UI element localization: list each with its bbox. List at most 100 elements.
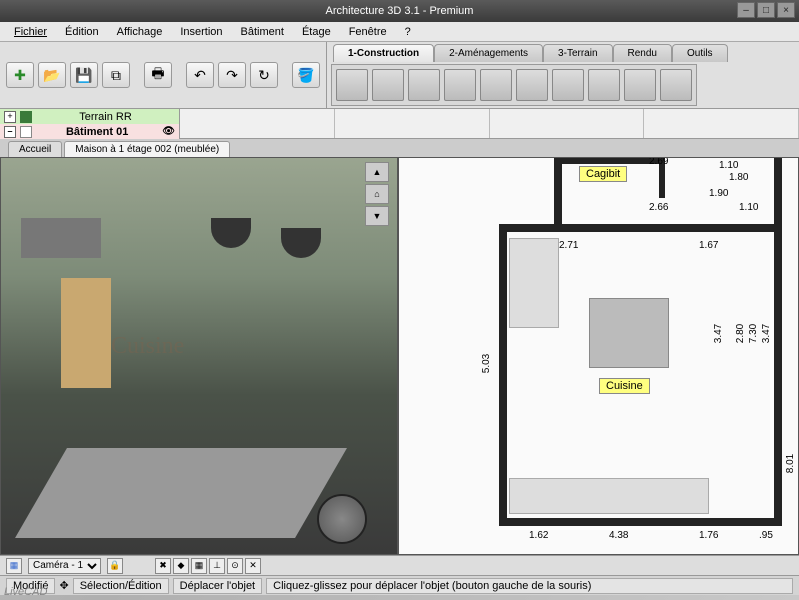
- palette-balcony[interactable]: [444, 69, 476, 101]
- nav-up[interactable]: ▲: [365, 162, 389, 182]
- minimize-button[interactable]: –: [737, 2, 755, 18]
- save-button[interactable]: 💾: [70, 62, 98, 88]
- lamp-shape-1: [211, 218, 251, 248]
- camera-select[interactable]: Caméra - 1: [28, 558, 101, 574]
- island-shape: [589, 298, 669, 368]
- print-button[interactable]: 🖶: [144, 62, 172, 88]
- tree-cell-4[interactable]: [644, 109, 799, 138]
- grid-icon[interactable]: ▦: [6, 558, 22, 574]
- copy-button[interactable]: ⧉: [102, 62, 130, 88]
- redo-button[interactable]: ↷: [218, 62, 246, 88]
- terrain-icon: [20, 111, 32, 123]
- window-controls: – □ ×: [737, 2, 795, 18]
- snap-perp[interactable]: ⊥: [209, 558, 225, 574]
- snap-center[interactable]: ⊙: [227, 558, 243, 574]
- tree-cell-3[interactable]: [490, 109, 645, 138]
- hood-shape: [21, 218, 101, 258]
- menu-fenetre[interactable]: Fenêtre: [341, 24, 395, 40]
- lock-icon[interactable]: 🔒: [107, 558, 123, 574]
- counter-shape: [509, 478, 709, 514]
- menu-edition[interactable]: Édition: [57, 24, 107, 40]
- palette-floor[interactable]: [480, 69, 512, 101]
- new-file-button[interactable]: ✚: [6, 62, 34, 88]
- nav-home[interactable]: ⌂: [365, 184, 389, 204]
- palette-roof[interactable]: [624, 69, 656, 101]
- tab-outils[interactable]: Outils: [672, 44, 728, 62]
- undo-button[interactable]: ↶: [186, 62, 214, 88]
- status-mode: Sélection/Édition: [73, 578, 169, 594]
- palette-opening[interactable]: [516, 69, 548, 101]
- snap-grid[interactable]: ▦: [191, 558, 207, 574]
- dim: 3.47: [713, 324, 724, 343]
- tab-amenagements[interactable]: 2-Aménagements: [434, 44, 543, 62]
- document-tabs: Accueil Maison à 1 étage 002 (meublée): [0, 139, 799, 157]
- doc-tab-maison[interactable]: Maison à 1 étage 002 (meublée): [64, 141, 230, 157]
- window-title: Architecture 3D 3.1 - Premium: [326, 5, 474, 17]
- lamp-shape-2: [281, 228, 321, 258]
- room-label-cuisine: Cuisine: [599, 378, 650, 394]
- dim: 5.03: [481, 354, 492, 373]
- mode-tab-strip: 1-Construction 2-Aménagements 3-Terrain …: [333, 44, 728, 62]
- counter-shape: [509, 238, 559, 328]
- menu-fichier[interactable]: Fichier: [6, 24, 55, 40]
- snap-mid[interactable]: ◆: [173, 558, 189, 574]
- workspace: Cuisine ▲ ⌂ ▼ Cagibit Cuisine 2.69 1.10 …: [0, 157, 799, 555]
- repeat-button[interactable]: ↻: [250, 62, 278, 88]
- tree-row-terrain[interactable]: + Terrain RR: [0, 109, 179, 124]
- menu-bar: Fichier Édition Affichage Insertion Bâti…: [0, 22, 799, 42]
- watermark: LiveCAD: [4, 586, 47, 598]
- view-control-bar: ▦ Caméra - 1 🔒 ✖ ◆ ▦ ⊥ ⊙ ✕: [0, 555, 799, 575]
- nav-down[interactable]: ▼: [365, 206, 389, 226]
- snap-intersect[interactable]: ✕: [245, 558, 261, 574]
- tab-rendu[interactable]: Rendu: [613, 44, 672, 62]
- snap-icons: ✖ ◆ ▦ ⊥ ⊙ ✕: [155, 558, 261, 574]
- open-button[interactable]: 📂: [38, 62, 66, 88]
- dim: 2.66: [649, 202, 668, 213]
- title-bar: Architecture 3D 3.1 - Premium – □ ×: [0, 0, 799, 22]
- doc-tab-accueil[interactable]: Accueil: [8, 141, 62, 157]
- palette-stairs[interactable]: [372, 69, 404, 101]
- dim: 7.30: [748, 324, 759, 343]
- collapse-icon[interactable]: –: [4, 126, 16, 138]
- wall: [499, 224, 779, 232]
- maximize-button[interactable]: □: [757, 2, 775, 18]
- expand-icon[interactable]: +: [4, 111, 16, 123]
- tree-cell-2[interactable]: [335, 109, 490, 138]
- dim: 1.67: [699, 240, 718, 251]
- paint-button[interactable]: 🪣: [292, 62, 320, 88]
- palette-column[interactable]: [588, 69, 620, 101]
- palette-door[interactable]: [552, 69, 584, 101]
- palette-wall[interactable]: [336, 69, 368, 101]
- tree-row-batiment[interactable]: – Bâtiment 01 👁: [0, 124, 179, 139]
- compass-icon[interactable]: [317, 494, 367, 544]
- counter-shape: [15, 448, 347, 538]
- toolbar: ✚ 📂 💾 ⧉ 🖶 ↶ ↷ ↻ 🪣 1-Construction 2-Aména…: [0, 42, 799, 109]
- 3d-viewport[interactable]: Cuisine ▲ ⌂ ▼: [0, 157, 398, 555]
- palette-extra[interactable]: [660, 69, 692, 101]
- menu-batiment[interactable]: Bâtiment: [233, 24, 292, 40]
- tool-palette: [331, 64, 697, 106]
- tab-terrain[interactable]: 3-Terrain: [543, 44, 612, 62]
- dim: 2.71: [559, 240, 578, 251]
- wall: [774, 158, 782, 526]
- close-button[interactable]: ×: [777, 2, 795, 18]
- status-action: Déplacer l'objet: [173, 578, 262, 594]
- snap-endpoint[interactable]: ✖: [155, 558, 171, 574]
- menu-insertion[interactable]: Insertion: [172, 24, 230, 40]
- status-hint: Cliquez-glissez pour déplacer l'objet (b…: [266, 578, 793, 594]
- menu-help[interactable]: ?: [397, 24, 419, 40]
- 2d-plan-viewport[interactable]: Cagibit Cuisine 2.69 1.10 1.80 1.90 2.66…: [398, 157, 799, 555]
- move-icon: ✥: [59, 579, 68, 592]
- tree-rows: + Terrain RR – Bâtiment 01 👁: [0, 109, 180, 138]
- dim: 2.80: [735, 324, 746, 343]
- dim: 1.90: [709, 188, 728, 199]
- tab-construction[interactable]: 1-Construction: [333, 44, 434, 62]
- wall: [499, 224, 507, 524]
- visibility-icon[interactable]: 👁: [162, 126, 175, 137]
- wall: [499, 518, 779, 526]
- menu-affichage[interactable]: Affichage: [109, 24, 171, 40]
- tree-cell-1[interactable]: [180, 109, 335, 138]
- palette-window[interactable]: [408, 69, 440, 101]
- cabinet-shape: [61, 278, 111, 388]
- menu-etage[interactable]: Étage: [294, 24, 339, 40]
